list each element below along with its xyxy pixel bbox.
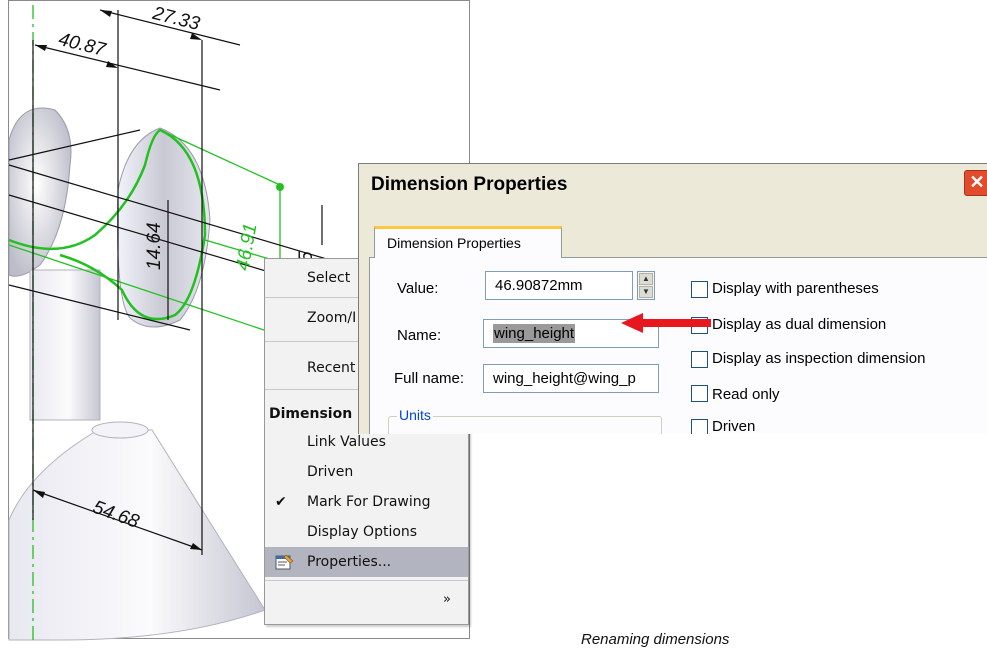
more-items-chevron-icon[interactable]: »: [443, 585, 451, 615]
value-label: Value:: [397, 280, 439, 297]
menu-item-driven[interactable]: Driven: [265, 457, 468, 487]
base-cone: [8, 429, 266, 641]
properties-icon: [275, 554, 294, 570]
checkbox-inspection[interactable]: [691, 351, 708, 368]
checkmark-icon: ✔: [275, 494, 287, 510]
checkbox-inspection-label: Display as inspection dimension: [712, 350, 926, 367]
spin-down-icon[interactable]: ▼: [639, 286, 653, 298]
value-field[interactable]: 46.90872mm: [485, 271, 633, 300]
dialog-panel: [369, 257, 987, 434]
arrow-to-name-field: [621, 313, 711, 333]
name-label: Name:: [397, 327, 442, 344]
menu-item-mark-for-drawing[interactable]: ✔ Mark For Drawing: [265, 487, 468, 517]
fullname-field[interactable]: wing_height@wing_p: [483, 364, 659, 393]
spin-up-icon[interactable]: ▲: [639, 273, 653, 285]
menu-item-display-options[interactable]: Display Options: [265, 517, 468, 547]
value-spinner[interactable]: ▲ ▼: [637, 271, 655, 300]
dimension-14-64[interactable]: 14.64: [144, 222, 165, 270]
menu-item-properties[interactable]: Properties...: [265, 547, 468, 577]
close-icon[interactable]: ✕: [964, 170, 987, 196]
tab-dimension-properties[interactable]: Dimension Properties: [374, 226, 562, 258]
figure-caption: Renaming dimensions: [581, 631, 730, 648]
checkbox-driven-label: Driven: [712, 418, 756, 434]
checkbox-parentheses-label: Display with parentheses: [712, 280, 879, 297]
dimension-properties-dialog: Dimension Properties ✕ Dimension Propert…: [358, 163, 987, 434]
dimension-46-91[interactable]: 46.91: [233, 222, 262, 272]
units-group: Units: [388, 407, 662, 434]
knob-body: [8, 107, 72, 277]
checkbox-driven[interactable]: [691, 419, 708, 434]
menu-section-dimension: Dimension: [269, 406, 353, 422]
dialog-title: Dimension Properties: [371, 174, 568, 195]
checkbox-parentheses[interactable]: [691, 281, 708, 298]
checkbox-dual-dimension-label: Display as dual dimension: [712, 316, 887, 333]
units-label: Units: [397, 407, 433, 423]
checkbox-read-only[interactable]: [691, 385, 708, 402]
checkbox-read-only-label: Read only: [712, 386, 780, 403]
dimension-27-33[interactable]: 27.33: [150, 3, 203, 35]
fullname-label: Full name:: [394, 370, 465, 387]
